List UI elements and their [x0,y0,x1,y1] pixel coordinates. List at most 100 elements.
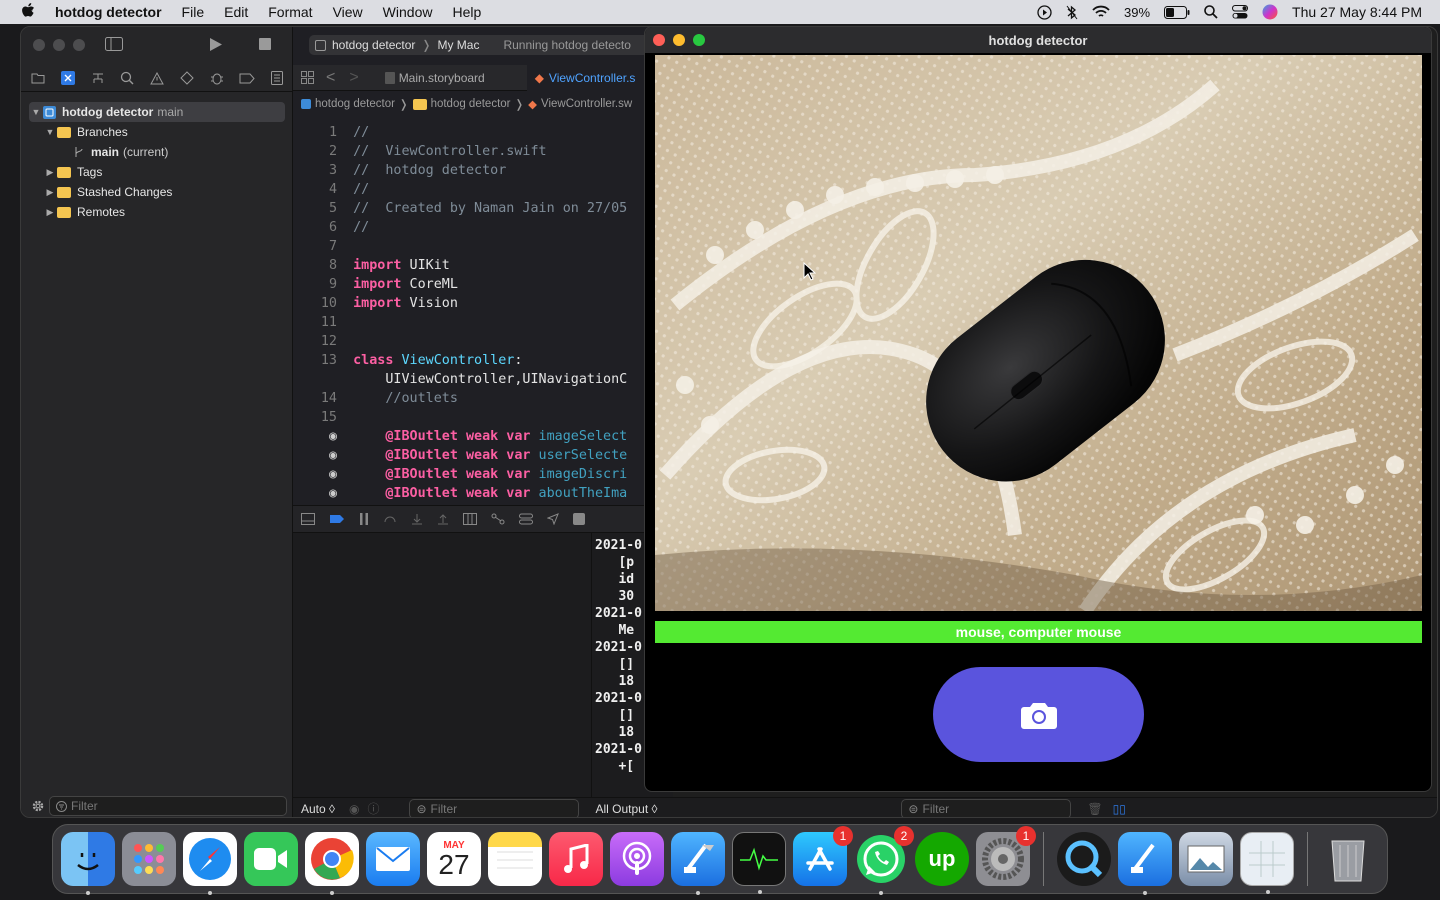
sidebar-toggle-icon[interactable] [105,37,123,51]
breakpoints-toggle-icon[interactable] [329,514,345,524]
wifi-icon[interactable] [1092,5,1110,19]
window-titlebar[interactable]: hotdog detector [645,27,1431,53]
code-line[interactable]: 5 // Created by Naman Jain on 27/05 [293,199,673,218]
variables-filter-field[interactable]: ⊜ Filter [409,798,580,817]
hide-debug-icon[interactable] [301,513,315,525]
mail-icon[interactable] [366,832,420,886]
close-button[interactable] [33,39,45,51]
outlet-connection-icon[interactable]: ◉ [293,465,337,484]
safari-icon[interactable] [183,832,237,895]
breadcrumb-file[interactable]: ViewController.sw [541,98,632,110]
quicktime-icon[interactable] [1057,832,1111,886]
music-icon[interactable] [549,832,603,886]
pause-icon[interactable] [359,513,369,525]
control-center-icon[interactable] [1232,5,1249,19]
code-line[interactable]: ◉ @IBOutlet weak var aboutTheIma [293,484,673,503]
scheme-label[interactable]: hotdog detector [332,38,415,52]
code-line[interactable]: 10 import Vision [293,294,673,313]
outlet-connection-icon[interactable]: ◉ [293,446,337,465]
close-button[interactable] [653,34,665,46]
document-icon[interactable] [1240,832,1294,894]
branches-row[interactable]: ▼ Branches [29,122,285,142]
apple-menu-icon[interactable] [0,2,45,22]
code-line[interactable]: 7 [293,237,673,256]
chevron-right-icon[interactable]: ▶ [43,167,57,178]
trash-icon[interactable]: 🗑 [1087,802,1102,816]
system-preferences-icon[interactable]: 1 [976,826,1036,886]
app-store-icon[interactable]: 1 [793,826,853,886]
run-button[interactable] [209,37,223,52]
code-line[interactable]: 12 [293,332,673,351]
menu-view[interactable]: View [323,4,373,20]
chrome-icon[interactable] [305,832,359,895]
source-code[interactable]: 1 //2 // ViewController.swift 3 // hotdog… [293,123,673,503]
info-icon[interactable]: ⓘ [367,800,379,817]
memory-graph-icon[interactable] [491,513,505,525]
camera-button[interactable] [933,667,1144,762]
view-debugger-icon[interactable] [463,513,477,525]
code-line[interactable]: ◉ @IBOutlet weak var imageDiscri [293,465,673,484]
chevron-right-icon[interactable]: ▶ [43,187,57,198]
step-out-icon[interactable] [437,513,449,525]
environment-icon[interactable] [519,513,533,525]
launchpad-icon[interactable] [122,832,176,886]
navigator-filter-field[interactable]: Filter [49,796,287,816]
remotes-row[interactable]: ▶ Remotes [29,202,285,222]
menu-format[interactable]: Format [258,4,322,20]
test-nav-icon[interactable] [180,71,194,85]
report-nav-icon[interactable] [271,71,283,85]
minimize-button[interactable] [673,34,685,46]
code-line[interactable]: 14 //outlets [293,389,673,408]
eye-icon[interactable]: ◉ [349,802,359,816]
notes-icon[interactable] [488,832,542,886]
activity-bar[interactable]: hotdog detector ❭ My Mac Running hotdog … [309,35,673,55]
destination-label[interactable]: My Mac [437,38,479,52]
zoom-button[interactable] [73,39,85,51]
source-control-nav-icon[interactable] [60,71,75,85]
repo-row[interactable]: ▼ hotdog detector main [29,102,285,122]
location-icon[interactable] [547,513,559,525]
battery-icon[interactable] [1164,5,1190,19]
minimize-button[interactable] [53,39,65,51]
code-line[interactable]: ◉ @IBOutlet weak var userSelecte [293,446,673,465]
outlet-connection-icon[interactable]: ◉ [293,427,337,446]
chevron-down-icon[interactable]: ▼ [29,107,43,117]
forward-arrow-icon[interactable]: > [349,69,358,87]
menu-help[interactable]: Help [442,4,491,20]
code-line[interactable]: 1 // [293,123,673,142]
code-line[interactable]: 13 class ViewController: [293,351,673,370]
code-line[interactable]: 9 import CoreML [293,275,673,294]
debug-nav-icon[interactable] [210,71,224,85]
menu-file[interactable]: File [172,4,215,20]
breadcrumb-group[interactable]: hotdog detector [431,98,511,110]
zoom-button[interactable] [693,34,705,46]
upwork-icon[interactable]: up [915,832,969,886]
folder-nav-icon[interactable] [31,71,45,85]
activity-monitor-icon[interactable] [732,832,786,894]
stashed-row[interactable]: ▶ Stashed Changes [29,182,285,202]
clock[interactable]: Thu 27 May 8:44 PM [1292,4,1422,20]
xcode-icon[interactable] [671,832,725,895]
code-line[interactable]: ◉ @IBOutlet weak var imageSelect [293,427,673,446]
split-view-icon[interactable]: ▯▯ [1113,802,1126,816]
symbol-nav-icon[interactable] [91,71,105,85]
calendar-icon[interactable]: MAY 27 [427,832,481,886]
menu-window[interactable]: Window [373,4,443,20]
grid-icon[interactable] [301,71,314,84]
podcasts-icon[interactable] [610,832,664,886]
find-nav-icon[interactable] [120,71,134,85]
preview-icon[interactable] [1179,832,1233,886]
whatsapp-icon[interactable]: 2 [854,826,914,895]
chevron-right-icon[interactable]: ▶ [43,207,57,218]
siri-icon[interactable] [1262,4,1278,20]
chevron-down-icon[interactable]: ▼ [43,127,57,137]
code-line[interactable]: 4 // [293,180,673,199]
step-over-icon[interactable] [383,513,397,525]
gear-icon[interactable] [31,799,45,813]
code-line[interactable]: 3 // hotdog detector [293,161,673,180]
code-line[interactable]: 2 // ViewController.swift [293,142,673,161]
console-filter-field[interactable]: ⊜ Filter [901,798,1072,817]
code-line[interactable]: 15 [293,408,673,427]
step-into-icon[interactable] [411,513,423,525]
code-line[interactable]: UIViewController,UINavigationC [293,370,673,389]
